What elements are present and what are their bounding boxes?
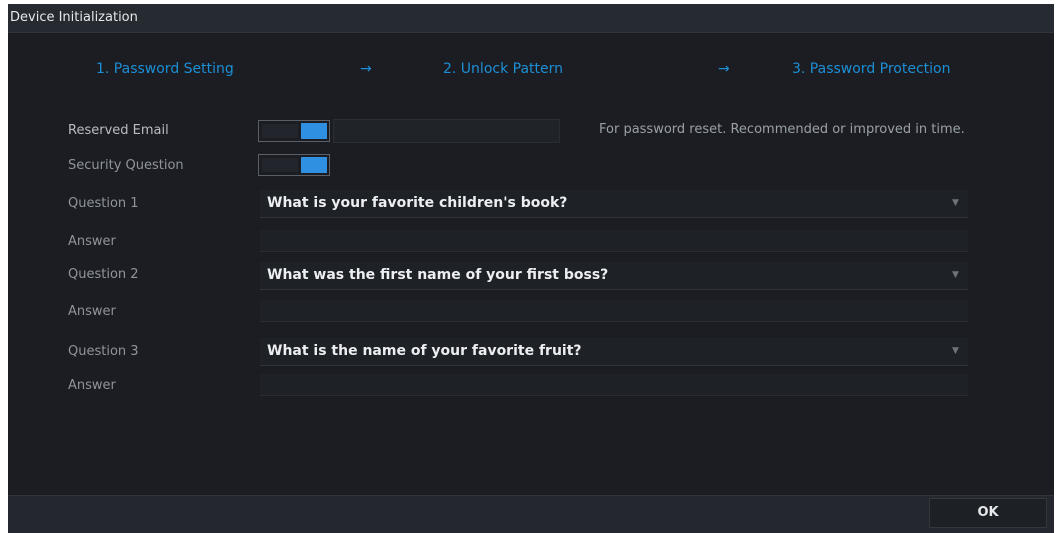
step-arrow-icon: → (718, 61, 730, 77)
toggle-track (262, 124, 298, 138)
chevron-down-icon: ▼ (952, 270, 959, 280)
answer-3-input[interactable] (260, 374, 968, 396)
title-bar: Device Initialization (8, 4, 1054, 33)
question-2-label: Question 2 (68, 267, 139, 282)
step-password-protection: 3. Password Protection (792, 61, 951, 77)
step-arrow-icon: → (360, 61, 372, 77)
security-question-label: Security Question (68, 158, 184, 173)
toggle-knob (301, 157, 327, 173)
answer-1-label: Answer (68, 234, 116, 249)
answer-1-input[interactable] (260, 230, 968, 252)
window-title: Device Initialization (10, 10, 138, 25)
answer-2-label: Answer (68, 304, 116, 319)
chevron-down-icon: ▼ (952, 198, 959, 208)
step-indicator: 1. Password Setting → 2. Unlock Pattern … (8, 32, 1054, 98)
password-reset-hint: For password reset. Recommended or impro… (599, 122, 965, 137)
ok-button[interactable]: OK (929, 498, 1047, 528)
reserved-email-toggle[interactable] (258, 120, 330, 142)
chevron-down-icon: ▼ (952, 346, 959, 356)
question-3-value: What is the name of your favorite fruit? (267, 343, 582, 359)
security-question-toggle[interactable] (258, 154, 330, 176)
answer-2-input[interactable] (260, 300, 968, 322)
question-2-value: What was the first name of your first bo… (267, 267, 609, 283)
question-2-select[interactable]: What was the first name of your first bo… (260, 262, 968, 290)
question-3-label: Question 3 (68, 344, 139, 359)
question-1-select[interactable]: What is your favorite children's book? ▼ (260, 190, 968, 218)
answer-3-label: Answer (68, 378, 116, 393)
toggle-knob (301, 123, 327, 139)
footer-bar (8, 495, 1054, 533)
question-1-label: Question 1 (68, 196, 139, 211)
reserved-email-input[interactable] (333, 119, 560, 143)
question-1-value: What is your favorite children's book? (267, 195, 568, 211)
step-password-setting: 1. Password Setting (96, 61, 234, 77)
step-unlock-pattern: 2. Unlock Pattern (443, 61, 564, 77)
toggle-track (262, 158, 298, 172)
question-3-select[interactable]: What is the name of your favorite fruit?… (260, 338, 968, 366)
reserved-email-label: Reserved Email (68, 123, 169, 138)
device-initialization-window: Device Initialization 1. Password Settin… (8, 4, 1054, 533)
